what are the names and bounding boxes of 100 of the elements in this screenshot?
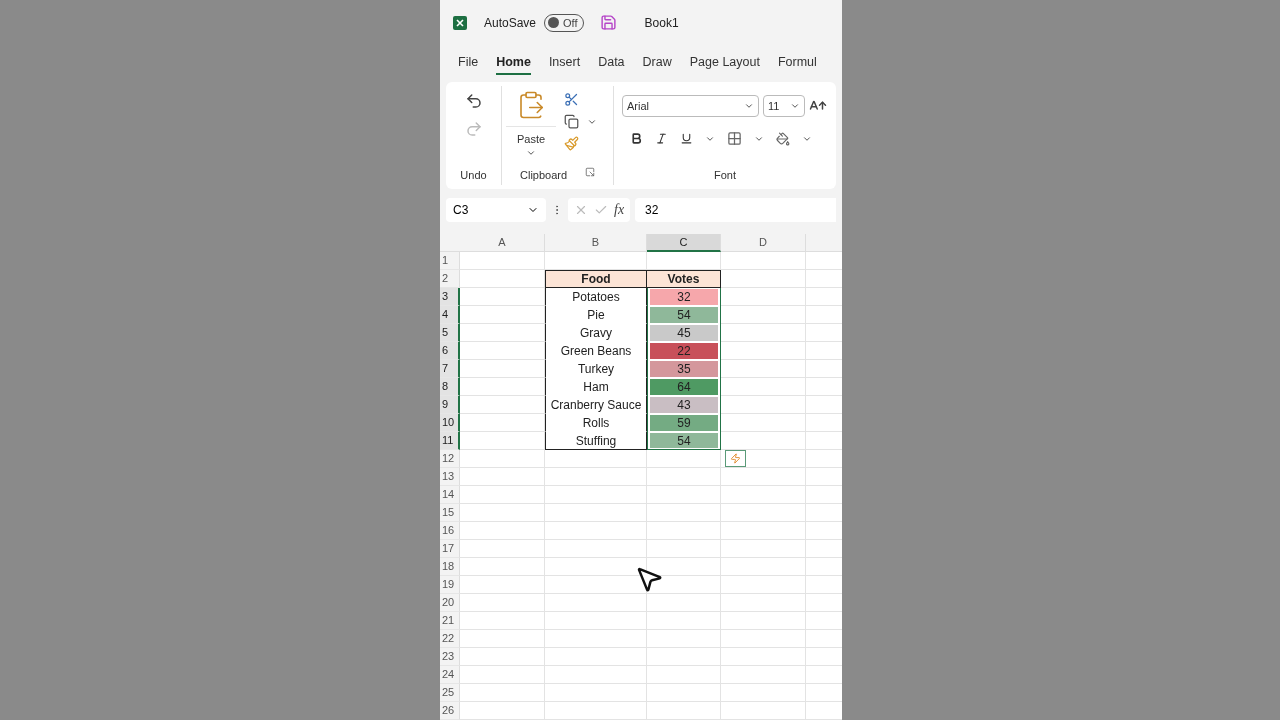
row-header[interactable]: 1 (440, 252, 460, 270)
row-header[interactable]: 21 (440, 612, 460, 630)
grid-cell[interactable] (460, 486, 545, 504)
grid-cell[interactable] (721, 306, 806, 324)
row-header[interactable]: 3 (440, 288, 460, 306)
save-icon[interactable] (599, 14, 617, 32)
grid-cell[interactable] (545, 702, 647, 720)
row-header[interactable]: 4 (440, 306, 460, 324)
grid-cell[interactable] (460, 612, 545, 630)
font-name-dropdown[interactable]: Arial (622, 95, 759, 118)
grid-cell[interactable] (460, 378, 545, 396)
paste-button[interactable]: Paste (506, 126, 556, 158)
grid-cell[interactable] (460, 504, 545, 522)
grid-cell[interactable] (460, 648, 545, 666)
row-header[interactable]: 9 (440, 396, 460, 414)
grid-cell[interactable] (460, 306, 545, 324)
grid-cell[interactable] (721, 270, 806, 288)
grid-cell[interactable] (721, 540, 806, 558)
grid-cell[interactable] (721, 558, 806, 576)
grid-cell[interactable] (460, 360, 545, 378)
copy-icon[interactable] (564, 114, 579, 130)
grid-cell[interactable] (721, 684, 806, 702)
grid-cell[interactable] (460, 324, 545, 342)
column-header[interactable]: A (460, 234, 545, 252)
ribbon-tab[interactable]: Formul (777, 52, 817, 76)
grid-cell[interactable] (721, 666, 806, 684)
grid-cell[interactable] (721, 702, 806, 720)
row-header[interactable]: 19 (440, 576, 460, 594)
grid-cell[interactable] (460, 432, 545, 450)
ribbon-tab[interactable]: Insert (548, 52, 581, 76)
font-size-dropdown[interactable]: 11 (763, 95, 805, 118)
grid-cell[interactable] (721, 576, 806, 594)
grid-cell[interactable] (545, 450, 647, 468)
grid-cell[interactable] (460, 396, 545, 414)
ribbon-tab[interactable]: File (458, 52, 479, 76)
grid-cell[interactable] (545, 648, 647, 666)
column-header[interactable]: B (545, 234, 647, 252)
grid-cell[interactable] (545, 666, 647, 684)
grid-cell[interactable] (545, 684, 647, 702)
grid-cell[interactable] (647, 450, 721, 468)
grid-cell[interactable] (460, 342, 545, 360)
quick-analysis-icon[interactable] (725, 450, 746, 467)
grid-cell[interactable] (460, 540, 545, 558)
undo-icon[interactable] (464, 92, 483, 111)
grid-cell[interactable] (545, 612, 647, 630)
grid-cell[interactable] (545, 504, 647, 522)
grid-cell[interactable] (647, 612, 721, 630)
grid-cell[interactable] (647, 684, 721, 702)
grid-cell[interactable] (545, 540, 647, 558)
grid-cell[interactable] (721, 378, 806, 396)
column-header[interactable]: D (721, 234, 806, 252)
scissors-icon[interactable] (564, 92, 579, 108)
grid-cell[interactable] (647, 468, 721, 486)
row-header[interactable]: 7 (440, 360, 460, 378)
row-header[interactable]: 23 (440, 648, 460, 666)
grid-cell[interactable] (721, 360, 806, 378)
grid-cell[interactable] (545, 522, 647, 540)
grid-cell[interactable] (721, 594, 806, 612)
grid-cell[interactable] (460, 702, 545, 720)
grid-cell[interactable] (721, 414, 806, 432)
grid-cell[interactable] (647, 594, 721, 612)
grid-cell[interactable] (647, 666, 721, 684)
fill-color-icon[interactable] (776, 131, 790, 146)
grid-cell[interactable] (647, 630, 721, 648)
paintbrush-icon[interactable] (564, 136, 579, 152)
grid-cell[interactable] (721, 486, 806, 504)
ribbon-tab[interactable]: Draw (642, 52, 672, 76)
row-header[interactable]: 20 (440, 594, 460, 612)
grid-cell[interactable] (460, 684, 545, 702)
row-header[interactable]: 25 (440, 684, 460, 702)
column-header[interactable]: C (647, 234, 721, 252)
grid-cell[interactable] (545, 468, 647, 486)
grid-cell[interactable] (460, 288, 545, 306)
column-header[interactable] (806, 234, 842, 252)
name-box[interactable]: C3 (446, 197, 546, 222)
grid-cell[interactable] (721, 504, 806, 522)
underline-icon[interactable] (680, 132, 693, 146)
grid-cell[interactable] (460, 468, 545, 486)
grid-cell[interactable] (647, 522, 721, 540)
grid-cell[interactable] (647, 486, 721, 504)
bold-icon[interactable] (630, 132, 643, 146)
grid-cell[interactable] (721, 324, 806, 342)
row-header[interactable]: 12 (440, 450, 460, 468)
redo-icon[interactable] (464, 120, 483, 139)
borders-icon[interactable] (727, 131, 742, 147)
insert-function-button[interactable]: fx (614, 199, 625, 221)
grid-cell[interactable] (647, 702, 721, 720)
grid-cell[interactable] (460, 666, 545, 684)
grid-cell[interactable] (647, 648, 721, 666)
grid-cell[interactable] (545, 594, 647, 612)
row-header[interactable]: 5 (440, 324, 460, 342)
dialog-launcher-icon[interactable] (585, 166, 595, 177)
grid-cell[interactable] (545, 630, 647, 648)
grid-cell[interactable] (721, 468, 806, 486)
ribbon-tab[interactable]: Data (598, 52, 625, 76)
row-header[interactable]: 10 (440, 414, 460, 432)
row-header[interactable]: 6 (440, 342, 460, 360)
row-header[interactable]: 13 (440, 468, 460, 486)
grid-cell[interactable] (460, 630, 545, 648)
row-header[interactable]: 15 (440, 504, 460, 522)
